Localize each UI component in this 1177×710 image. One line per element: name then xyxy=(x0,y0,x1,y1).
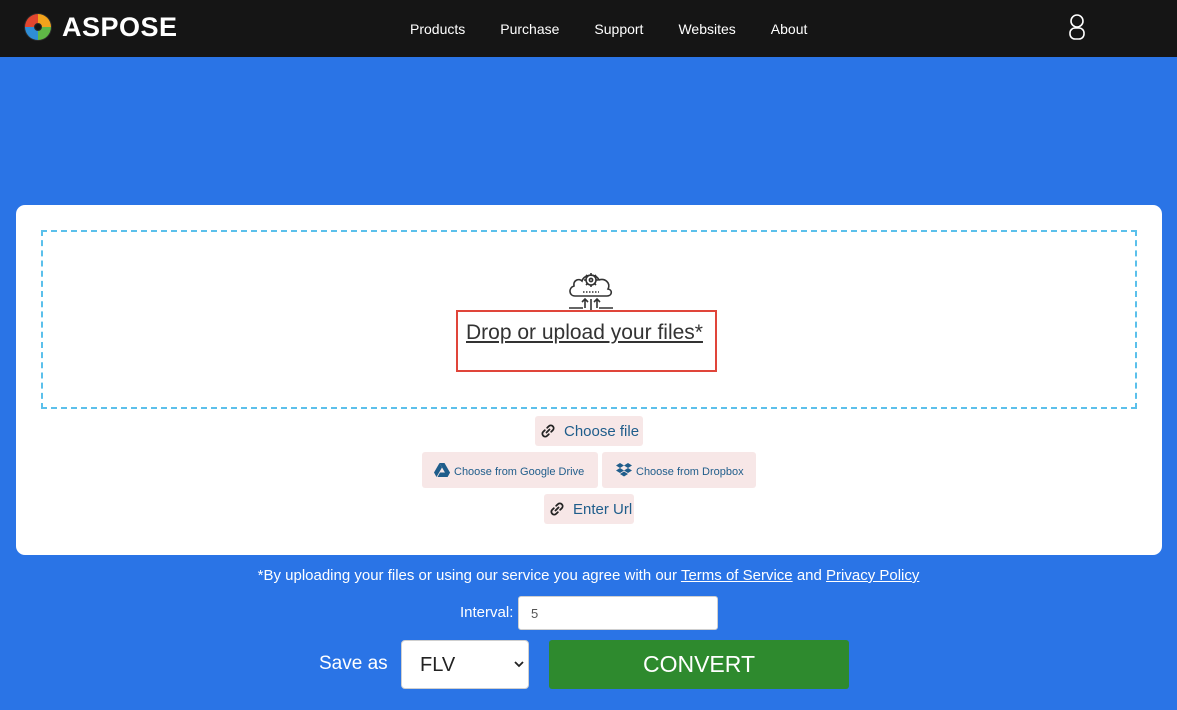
dropbox-icon xyxy=(616,462,632,476)
consent-notice: *By uploading your files or using our se… xyxy=(0,567,1177,584)
google-drive-icon xyxy=(434,463,450,477)
choose-file-label: Choose file xyxy=(564,422,640,440)
top-navbar: ASPOSE Products Purchase Support Website… xyxy=(0,0,1177,57)
consent-and: and xyxy=(796,567,822,584)
google-drive-label: Choose from Google Drive xyxy=(454,466,585,478)
paperclip-icon xyxy=(541,424,555,438)
nav-item-products[interactable]: Products xyxy=(410,21,465,37)
chevron-down-icon xyxy=(514,661,524,668)
save-as-label: Save as xyxy=(319,653,388,674)
file-dropzone[interactable]: Drop or upload your files* xyxy=(41,230,1137,409)
nav-item-purchase[interactable]: Purchase xyxy=(500,21,559,37)
aspose-swirl-logo-icon xyxy=(24,13,52,41)
google-drive-button[interactable]: Choose from Google Drive xyxy=(422,452,598,488)
drop-upload-highlight[interactable]: Drop or upload your files* xyxy=(456,310,717,372)
convert-button[interactable]: CONVERT xyxy=(549,640,849,689)
privacy-policy-link[interactable]: Privacy Policy xyxy=(826,567,919,584)
brand-name: ASPOSE xyxy=(62,12,178,42)
nav-item-support[interactable]: Support xyxy=(594,21,643,37)
main-menu: Products Purchase Support Websites About xyxy=(410,0,842,57)
aspose-logo[interactable]: ASPOSE xyxy=(22,11,178,43)
interval-input[interactable] xyxy=(518,596,718,630)
interval-label: Interval: xyxy=(460,604,514,621)
nav-item-about[interactable]: About xyxy=(771,21,808,37)
user-icon[interactable] xyxy=(1066,13,1088,41)
selected-format: FLV xyxy=(420,654,456,676)
dropbox-button[interactable]: Choose from Dropbox xyxy=(602,452,756,488)
choose-file-button[interactable]: Choose file xyxy=(535,416,643,446)
enter-url-label: Enter Url xyxy=(573,500,633,518)
upload-card: Drop or upload your files* Choose file C… xyxy=(16,205,1162,555)
link-icon xyxy=(550,502,564,516)
consent-text: *By uploading your files or using our se… xyxy=(257,567,678,584)
enter-url-button[interactable]: Enter Url xyxy=(544,494,634,524)
terms-of-service-link[interactable]: Terms of Service xyxy=(681,567,793,584)
dropbox-label: Choose from Dropbox xyxy=(636,466,744,478)
cloud-gear-upload-icon xyxy=(569,273,613,310)
drop-upload-text[interactable]: Drop or upload your files* xyxy=(466,321,703,345)
output-format-select[interactable]: FLV xyxy=(401,640,529,689)
nav-item-websites[interactable]: Websites xyxy=(678,21,735,37)
